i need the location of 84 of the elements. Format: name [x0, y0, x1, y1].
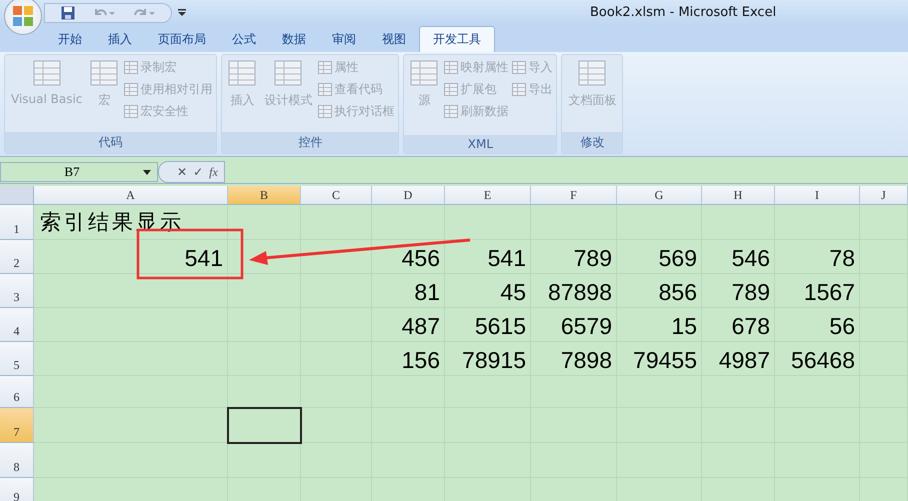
column-header[interactable]: D	[372, 186, 445, 205]
office-button[interactable]	[4, 0, 42, 35]
cell-text: 6579	[560, 313, 612, 340]
table-icon	[318, 61, 332, 74]
table-icon	[228, 60, 256, 86]
cell-text: 541	[184, 245, 223, 272]
column-header[interactable]: J	[860, 186, 908, 205]
table-icon	[444, 61, 458, 74]
row-header[interactable]: 2	[0, 240, 34, 274]
table-icon	[512, 83, 526, 96]
cell-text: 856	[658, 279, 697, 306]
cell-text: 541	[488, 245, 526, 272]
ribbon-tab[interactable]: 审阅	[319, 27, 369, 52]
table-icon	[124, 61, 138, 74]
cell-text: 7898	[560, 347, 612, 374]
cell-text: 56	[829, 313, 855, 340]
cell-text: 81	[414, 279, 440, 306]
cell-text: 56468	[791, 347, 855, 374]
table-icon	[444, 105, 458, 118]
ribbon-tab[interactable]: 开始	[45, 27, 95, 52]
table-icon	[410, 60, 438, 86]
save-icon[interactable]	[61, 6, 75, 20]
table-icon	[512, 61, 526, 74]
row-header[interactable]: 7	[0, 408, 34, 443]
row-header[interactable]: 8	[0, 443, 34, 478]
ribbon-tab[interactable]: 页面布局	[145, 27, 219, 52]
ribbon-tab[interactable]: 开发工具	[419, 26, 495, 52]
cell-text: 87898	[548, 279, 612, 306]
column-header[interactable]: I	[775, 186, 860, 205]
window-title: Book2.xlsm - Microsoft Excel	[590, 5, 776, 20]
office-logo	[12, 5, 34, 27]
table-icon	[578, 60, 606, 86]
cell-text: 4987	[718, 347, 770, 374]
table-icon	[32, 60, 61, 86]
cell-text: 78	[829, 245, 855, 272]
table-icon	[274, 60, 302, 86]
cell-text: 45	[500, 279, 526, 306]
group-label: 代码	[5, 132, 216, 153]
active-cell[interactable]	[228, 408, 301, 443]
cell-text: 569	[658, 245, 697, 272]
column-header[interactable]: F	[531, 186, 617, 205]
dropdown-caret-icon[interactable]	[143, 170, 151, 174]
row-header[interactable]: 4	[0, 308, 34, 342]
column-header[interactable]: A	[34, 186, 228, 205]
group-label: 修改	[562, 132, 622, 153]
table-icon	[124, 105, 138, 118]
ribbon-tab[interactable]: 视图	[369, 27, 419, 52]
cell-text: 5615	[474, 313, 526, 340]
cell-text: 678	[732, 313, 770, 340]
column-header[interactable]: H	[702, 186, 775, 205]
cell-text: 487	[402, 313, 440, 340]
cell-text: 1567	[804, 279, 855, 306]
ribbon-tab[interactable]: 公式	[219, 27, 269, 52]
row-header[interactable]: 5	[0, 342, 34, 376]
table-icon	[318, 105, 332, 118]
cell-text: 789	[574, 245, 612, 272]
customize-caret-icon[interactable]	[178, 9, 186, 17]
table-icon	[444, 83, 458, 96]
cell-text: 789	[732, 279, 770, 306]
cancel-button[interactable]: ✕	[177, 165, 188, 179]
row-header[interactable]: 1	[0, 205, 34, 240]
cell-text: 456	[402, 245, 440, 272]
cell-text: 79455	[633, 347, 697, 374]
table-icon	[318, 83, 332, 96]
cell-text: 546	[732, 245, 770, 272]
column-header[interactable]: B	[228, 186, 301, 205]
cell-text: 78915	[462, 347, 526, 374]
column-header[interactable]: C	[301, 186, 372, 205]
table-icon	[90, 60, 118, 86]
enter-button[interactable]: ✓	[193, 165, 204, 179]
insert-function-button[interactable]: fx	[209, 164, 218, 180]
group-label: 控件	[222, 132, 398, 153]
column-header[interactable]: G	[617, 186, 702, 205]
column-header[interactable]: E	[445, 186, 531, 205]
row-header[interactable]: 6	[0, 376, 34, 408]
cell-text: 156	[402, 347, 440, 374]
name-box[interactable]: B7	[0, 162, 158, 182]
row-header[interactable]: 3	[0, 274, 34, 308]
row-header[interactable]: 9	[0, 478, 34, 501]
ribbon-tab[interactable]: 插入	[95, 27, 145, 52]
table-icon	[124, 83, 138, 96]
cell-text: 15	[671, 313, 697, 340]
ribbon-tab[interactable]: 数据	[269, 27, 319, 52]
group-label: XML	[404, 135, 556, 153]
